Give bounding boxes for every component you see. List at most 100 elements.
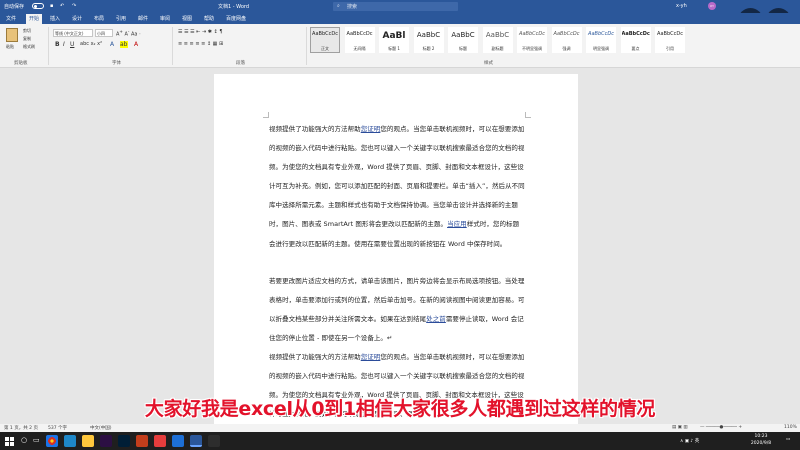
recorder-icon[interactable] (154, 435, 166, 447)
style-preview: AaBbC (485, 31, 510, 39)
margin-corner (263, 112, 269, 118)
style-item[interactable]: AaBbCcDc 强调 (551, 27, 582, 53)
style-preview: AaBbCcDc (346, 31, 373, 37)
font-group-label: 字体 (112, 61, 121, 66)
style-item[interactable]: AaBbC 副标题 (482, 27, 513, 53)
tab-mailings[interactable]: 邮件 (138, 15, 148, 22)
style-item[interactable]: AaBbCcDc 不明显强调 (517, 27, 547, 53)
strikethrough-button[interactable]: abc x₂ x² (80, 41, 102, 47)
premiere-icon[interactable] (100, 435, 112, 447)
tab-view[interactable]: 视图 (182, 15, 192, 22)
windows-start-icon[interactable] (5, 437, 14, 446)
chrome-icon[interactable] (46, 435, 58, 447)
tab-file[interactable]: 文件 (6, 15, 16, 22)
style-name: 正文 (321, 46, 329, 51)
styles-group-label: 样式 (484, 61, 493, 66)
style-name: 无间隔 (353, 46, 366, 51)
paragraph-2[interactable]: 若要更改图片适应文档的方式，请单击该图片，图片旁边将会显示布局选项按钮。当处理表… (269, 272, 525, 348)
search-box[interactable]: ⌕ 搜索 (333, 2, 458, 11)
style-name: 要点 (631, 46, 640, 51)
task-view-icon[interactable]: ▭ (33, 436, 40, 444)
style-preview: AaBbC (416, 31, 441, 39)
system-tray-icons[interactable]: ∧ ▣ ♪ 英 (680, 438, 699, 444)
language[interactable]: 中文(中国) (90, 425, 112, 431)
user-name: x-yh (676, 3, 687, 9)
divider (306, 27, 307, 65)
status-bar: 第 1 页，共 2 页 537 个字 中文(中国) ▤ ▣ ▥ — ─────●… (0, 424, 800, 432)
app-icon[interactable] (208, 435, 220, 447)
notification-icon[interactable]: ▭ (786, 437, 790, 442)
tab-layout[interactable]: 布局 (94, 15, 104, 22)
italic-button[interactable]: I (63, 41, 65, 48)
redo-icon[interactable]: ↷ (72, 3, 76, 9)
copy-button[interactable]: 复制 (23, 36, 31, 42)
paste-icon[interactable] (6, 28, 18, 42)
autosave-toggle[interactable] (32, 3, 44, 9)
save-icon[interactable]: ▪ (50, 3, 53, 9)
edge-icon[interactable] (64, 435, 76, 447)
font-name-select[interactable]: 等线 (中文正文) (53, 29, 93, 37)
tab-help[interactable]: 帮助 (204, 15, 214, 22)
margin-corner (525, 112, 531, 118)
search-icon[interactable]: ○ (21, 436, 27, 444)
paste-button[interactable]: 粘贴 (6, 44, 14, 50)
style-item[interactable]: AaBbCcDc 明显强调 (586, 27, 616, 53)
photoshop-icon[interactable] (118, 435, 130, 447)
bold-button[interactable]: B (55, 41, 60, 48)
underlined-text: 您证明 (360, 125, 381, 133)
paragraph-text: 视频提供了功能强大的方法帮助 (269, 125, 361, 133)
paragraph-text: 您的观点。当您单击联机视频时，可以在想要添加的视频的嵌入代码中进行粘贴。您也可以… (269, 125, 525, 229)
style-preview: AaBbCcDc (553, 31, 580, 37)
align-buttons[interactable]: ≡ ≡ ≡ ≡ ≡ ↕ ▦ ⊞ (178, 41, 223, 47)
tab-insert[interactable]: 插入 (50, 15, 60, 22)
clock-time[interactable]: 10:23 (748, 434, 774, 439)
highlight-button[interactable]: ab (120, 41, 128, 48)
search-placeholder: 搜索 (347, 4, 358, 10)
powerpoint-icon[interactable] (136, 435, 148, 447)
avatar[interactable]: XY (708, 2, 716, 10)
tab-baidu-netdisk[interactable]: 百度网盘 (226, 15, 246, 22)
paragraph-1[interactable]: 视频提供了功能强大的方法帮助您证明您的观点。当您单击联机视频时，可以在想要添加的… (269, 120, 525, 254)
ribbon-tabs: 文件 开始 插入 设计 布局 引用 邮件 审阅 视图 帮助 百度网盘 (0, 13, 800, 24)
bullets-button[interactable]: ☰ ☰ ☰ ⇤ ⇥ ✱ ↕ ¶ (178, 29, 223, 35)
document-title: 文档1 - Word (218, 4, 250, 10)
style-name: 引用 (666, 46, 674, 51)
cut-button[interactable]: 剪切 (23, 28, 31, 34)
underline-button[interactable]: U (70, 41, 74, 48)
word-icon[interactable] (190, 435, 202, 447)
style-preview: AaBl (382, 31, 406, 41)
text-effects-button[interactable]: A (110, 41, 114, 48)
style-preview: AaBbCcDc (519, 31, 545, 37)
grow-font-button[interactable]: A+ A- Aa · (116, 29, 141, 38)
style-name: 标题 1 (388, 46, 400, 51)
style-item[interactable]: AaBbCcDc 正文 (310, 27, 340, 53)
page-count[interactable]: 第 1 页，共 2 页 (4, 425, 38, 431)
paragraph-group-label: 段落 (236, 61, 245, 66)
zoom-slider[interactable]: — ─────●───── + (700, 425, 742, 430)
style-item[interactable]: AaBbCcDc 要点 (620, 27, 651, 53)
document-page[interactable]: 视频提供了功能强大的方法帮助您证明您的观点。当您单击联机视频时，可以在想要添加的… (214, 74, 578, 424)
style-item[interactable]: AaBbC 标题 (448, 27, 478, 53)
word-count[interactable]: 537 个字 (48, 425, 67, 431)
font-size-select[interactable]: 小四 (95, 29, 113, 37)
style-item[interactable]: AaBbCcDc 无间隔 (344, 27, 375, 53)
tab-references[interactable]: 引用 (116, 15, 126, 22)
title-bar: 自动保存 ▪ ↶ ↷ 文档1 - Word ⌕ 搜索 x-yh XY (0, 0, 800, 13)
undo-icon[interactable]: ↶ (60, 3, 64, 9)
tab-review[interactable]: 审阅 (160, 15, 170, 22)
style-item[interactable]: AaBbC 标题 2 (413, 27, 444, 53)
clock-date[interactable]: 2020/9/8 (746, 441, 776, 446)
file-explorer-icon[interactable] (82, 435, 94, 447)
zoom-level[interactable]: 110% (784, 425, 797, 430)
style-item[interactable]: AaBbCcDc 引用 (655, 27, 685, 53)
style-item[interactable]: AaBl 标题 1 (379, 27, 409, 53)
video-subtitle: 大家好我是excel从0到1相信大家很多人都遇到过这样的情况 (144, 398, 656, 420)
tab-home[interactable]: 开始 (26, 14, 43, 24)
format-painter-button[interactable]: 格式刷 (23, 44, 35, 50)
tab-design[interactable]: 设计 (72, 15, 82, 22)
view-buttons[interactable]: ▤ ▣ ▥ (672, 425, 688, 430)
style-preview: AaBbCcDc (657, 31, 683, 37)
onedrive-icon[interactable] (172, 435, 184, 447)
font-color-button[interactable]: A (134, 41, 138, 48)
style-preview: AaBbCcDc (588, 31, 614, 37)
